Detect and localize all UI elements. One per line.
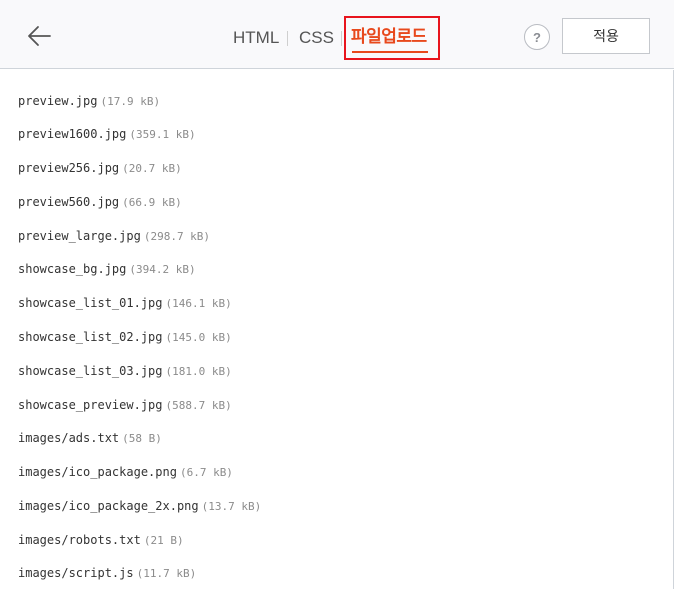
file-size: (17.9 kB) — [100, 95, 161, 108]
file-name: preview560.jpg — [18, 195, 120, 209]
help-icon: ? — [533, 29, 541, 45]
file-name: preview256.jpg — [18, 161, 120, 175]
file-size: (13.7 kB) — [201, 500, 262, 513]
file-item[interactable]: preview.jpg (17.9 kB) — [18, 90, 160, 110]
file-name: showcase_preview.jpg — [18, 398, 163, 412]
file-size: (6.7 kB) — [179, 466, 233, 479]
file-item[interactable]: images/ads.txt (58 B) — [18, 427, 162, 447]
file-size: (181.0 kB) — [165, 365, 232, 378]
file-name: images/ico_package.png — [18, 465, 177, 479]
file-size: (20.7 kB) — [122, 162, 182, 175]
file-item[interactable]: showcase_preview.jpg (588.7 kB) — [18, 394, 232, 414]
apply-button[interactable]: 적용 — [562, 18, 650, 54]
file-name: showcase_list_02.jpg — [18, 330, 163, 344]
file-size: (588.7 kB) — [165, 399, 232, 412]
file-size: (359.1 kB) — [129, 128, 196, 141]
editor-header: HTML CSS 파일업로드 ? 적용 — [0, 0, 674, 69]
file-name: preview1600.jpg — [18, 127, 127, 141]
uploaded-file-list: preview.jpg (17.9 kB) preview1600.jpg (359… — [0, 70, 674, 589]
file-size: (146.1 kB) — [165, 297, 232, 310]
file-item[interactable]: preview560.jpg (66.9 kB) — [18, 191, 182, 211]
file-item[interactable]: showcase_list_03.jpg (181.0 kB) — [18, 360, 232, 380]
tab-divider — [341, 31, 342, 46]
file-item[interactable]: images/robots.txt (21 B) — [18, 529, 184, 549]
file-item[interactable]: showcase_list_02.jpg (145.0 kB) — [18, 326, 232, 346]
tab-css[interactable]: CSS — [299, 27, 334, 49]
file-size: (298.7 kB) — [143, 230, 211, 243]
file-size: (11.7 kB) — [136, 567, 197, 580]
file-size: (66.9 kB) — [122, 196, 182, 209]
file-item[interactable]: preview_large.jpg (298.7 kB) — [18, 225, 210, 245]
file-name: images/ads.txt — [18, 431, 120, 445]
tab-divider — [287, 31, 288, 46]
help-button[interactable]: ? — [524, 24, 550, 50]
file-item[interactable]: showcase_bg.jpg (394.2 kB) — [18, 258, 196, 278]
tab-html[interactable]: HTML — [233, 27, 279, 49]
file-name: showcase_bg.jpg — [18, 262, 127, 276]
tab-file-upload-highlight[interactable] — [344, 16, 440, 60]
file-name: showcase_list_01.jpg — [18, 296, 163, 310]
file-name: preview_large.jpg — [18, 229, 141, 243]
file-name: preview.jpg — [18, 94, 98, 108]
file-item[interactable]: showcase_list_01.jpg (146.1 kB) — [18, 292, 232, 312]
file-size: (58 B) — [122, 432, 162, 445]
file-size: (394.2 kB) — [129, 263, 196, 276]
file-size: (21 B) — [143, 534, 184, 547]
file-item[interactable]: images/ico_package.png (6.7 kB) — [18, 461, 233, 481]
arrow-left-icon — [28, 26, 51, 46]
file-size: (145.0 kB) — [165, 331, 232, 344]
file-name: images/ico_package_2x.png — [18, 499, 199, 513]
file-item[interactable]: images/script.js (11.7 kB) — [18, 562, 196, 582]
file-name: images/robots.txt — [18, 533, 141, 547]
back-button[interactable] — [24, 22, 54, 50]
file-item[interactable]: preview1600.jpg (359.1 kB) — [18, 123, 196, 143]
file-name: showcase_list_03.jpg — [18, 364, 163, 378]
file-item[interactable]: preview256.jpg (20.7 kB) — [18, 157, 182, 177]
file-name: images/script.js — [18, 566, 134, 580]
file-item[interactable]: images/ico_package_2x.png (13.7 kB) — [18, 495, 261, 515]
